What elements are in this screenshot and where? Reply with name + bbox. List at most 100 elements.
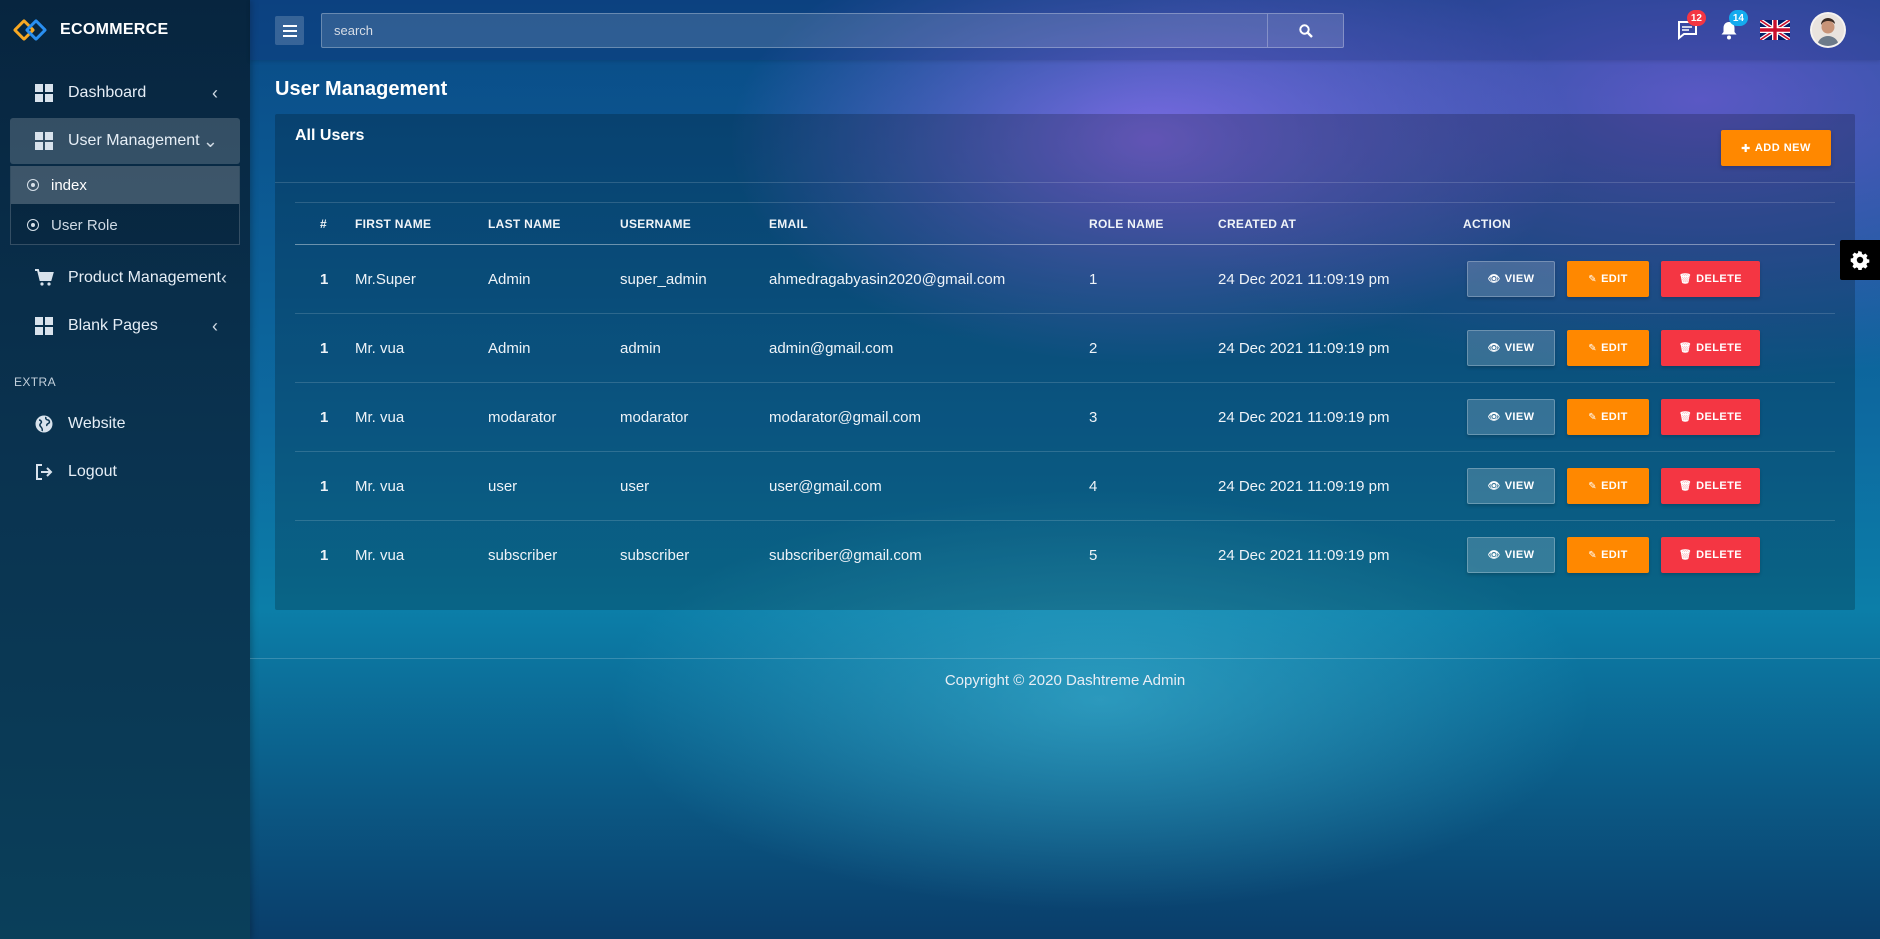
delete-label: DELETE [1696, 549, 1742, 562]
column-header: LAST NAME [488, 216, 561, 231]
cell-role: 2 [1089, 339, 1098, 357]
hamburger-menu-button[interactable] [275, 16, 304, 45]
edit-button[interactable]: ✎ EDIT [1567, 330, 1649, 366]
submenu-item-index[interactable]: index [11, 166, 239, 204]
grid-icon [34, 131, 54, 151]
delete-label: DELETE [1696, 273, 1742, 285]
delete-button[interactable]: 🗑 DELETE [1661, 330, 1760, 366]
cell-role: 5 [1089, 546, 1098, 564]
column-header: CREATED AT [1218, 216, 1297, 231]
delete-button[interactable]: 🗑 DELETE [1661, 537, 1760, 574]
sidebar-item-product-management[interactable]: Product Management ‹ [10, 255, 240, 301]
cell-last-name: subscriber [488, 546, 558, 564]
edit-label: EDIT [1601, 549, 1628, 562]
settings-toggle-button[interactable] [1840, 240, 1880, 280]
cell-created-at: 24 Dec 2021 11:09:19 pm [1218, 546, 1390, 564]
column-header: ACTION [1463, 216, 1511, 231]
messages-badge: 12 [1686, 10, 1706, 26]
pencil-icon: ✎ [1588, 549, 1598, 561]
column-header: ROLE NAME [1089, 216, 1164, 231]
cell-id: 1 [320, 546, 329, 564]
edit-button[interactable]: ✎ EDIT [1567, 399, 1649, 435]
view-button[interactable]: 👁 VIEW [1467, 537, 1555, 574]
view-label: VIEW [1504, 549, 1535, 562]
cell-first-name: Mr.Super [355, 270, 416, 288]
view-button[interactable]: 👁 VIEW [1467, 468, 1555, 504]
edit-button[interactable]: ✎ EDIT [1567, 261, 1649, 297]
sidebar-nav: Dashboard ‹ User Management ⌄ index User… [0, 70, 250, 495]
notifications-badge: 14 [1728, 10, 1748, 26]
gear-icon [1850, 250, 1870, 270]
cell-role: 4 [1089, 477, 1098, 495]
uk-flag-icon[interactable] [1760, 20, 1790, 40]
chevron-down-icon: ⌄ [202, 130, 218, 151]
page-title: User Management [275, 78, 448, 100]
search-icon [1298, 23, 1313, 38]
notifications-button[interactable]: 14 [1708, 10, 1750, 48]
view-button[interactable]: 👁 VIEW [1467, 261, 1555, 297]
sidebar-item-website[interactable]: Website [10, 401, 240, 447]
table-row: 1 Mr. vua subscriber subscriber subscrib… [295, 521, 1835, 590]
table-row: 1 Mr. vua Admin admin admin@gmail.com 2 … [295, 314, 1835, 383]
delete-button[interactable]: 🗑 DELETE [1661, 261, 1760, 297]
cell-actions: 👁 VIEW ✎ EDIT 🗑 DELETE [1463, 314, 1835, 383]
grid-icon [34, 316, 54, 336]
pencil-icon: ✎ [1588, 273, 1598, 285]
edit-label: EDIT [1601, 411, 1628, 423]
sidebar-item-user-management[interactable]: User Management ⌄ [10, 118, 240, 164]
cell-username: user [620, 477, 650, 495]
pencil-icon: ✎ [1588, 480, 1598, 492]
sidebar-item-label: Product Management [68, 269, 221, 286]
footer-copyright: Copyright © 2020 Dashtreme Admin [944, 672, 1186, 689]
users-card: All Users ✚ ADD NEW # FIRST NAME LAST NA… [275, 114, 1855, 610]
delete-label: DELETE [1696, 480, 1742, 492]
cell-first-name: Mr. vua [355, 339, 405, 357]
edit-button[interactable]: ✎ EDIT [1567, 468, 1649, 504]
messages-button[interactable]: 12 [1666, 10, 1708, 48]
eye-icon: 👁 [1487, 342, 1501, 354]
delete-label: DELETE [1696, 411, 1742, 423]
sidebar-section-heading: EXTRA [14, 375, 57, 389]
search-bar [321, 13, 1344, 48]
table-row: 1 Mr. vua modarator modarator modarator@… [295, 383, 1835, 452]
user-management-submenu: index User Role [10, 166, 240, 245]
chevron-left-icon: ‹ [220, 267, 227, 288]
edit-button[interactable]: ✎ EDIT [1567, 537, 1649, 574]
sidebar-item-label: Dashboard [68, 84, 147, 101]
search-input[interactable] [322, 14, 1268, 47]
delete-button[interactable]: 🗑 DELETE [1661, 399, 1760, 435]
cell-id: 1 [320, 408, 329, 426]
cell-first-name: Mr. vua [355, 408, 405, 426]
trash-icon: 🗑 [1679, 411, 1693, 423]
view-button[interactable]: 👁 VIEW [1467, 330, 1555, 366]
cell-first-name: Mr. vua [355, 546, 405, 564]
sidebar-item-dashboard[interactable]: Dashboard ‹ [10, 70, 240, 116]
circle-dot-icon [27, 179, 39, 191]
cell-email: ahmedragabyasin2020@gmail.com [769, 270, 1006, 288]
grid-icon [34, 83, 54, 103]
cell-last-name: user [488, 477, 518, 495]
sidebar-item-label: Blank Pages [68, 317, 158, 334]
table-row: 1 Mr.Super Admin super_admin ahmedragaby… [295, 245, 1835, 314]
sidebar-item-logout[interactable]: Logout [10, 449, 240, 495]
trash-icon: 🗑 [1679, 549, 1693, 561]
search-button[interactable] [1267, 14, 1343, 47]
eye-icon: 👁 [1487, 411, 1501, 423]
brand[interactable]: ECOMMERCE [0, 0, 250, 60]
cell-actions: 👁 VIEW ✎ EDIT 🗑 DELETE [1463, 452, 1835, 521]
submenu-item-user-role[interactable]: User Role [11, 206, 239, 244]
user-avatar[interactable] [1810, 12, 1846, 48]
view-button[interactable]: 👁 VIEW [1467, 399, 1555, 435]
circle-dot-icon [27, 219, 39, 231]
pencil-icon: ✎ [1588, 342, 1598, 354]
sidebar-item-blank-pages[interactable]: Blank Pages ‹ [10, 303, 240, 349]
sign-out-icon [34, 462, 54, 482]
add-new-button[interactable]: ✚ ADD NEW [1721, 130, 1831, 166]
eye-icon: 👁 [1487, 549, 1501, 561]
card-title: All Users [295, 127, 365, 144]
cell-created-at: 24 Dec 2021 11:09:19 pm [1218, 477, 1390, 495]
cell-last-name: Admin [488, 339, 531, 357]
edit-label: EDIT [1601, 480, 1628, 492]
eye-icon: 👁 [1487, 480, 1501, 492]
delete-button[interactable]: 🗑 DELETE [1661, 468, 1760, 504]
